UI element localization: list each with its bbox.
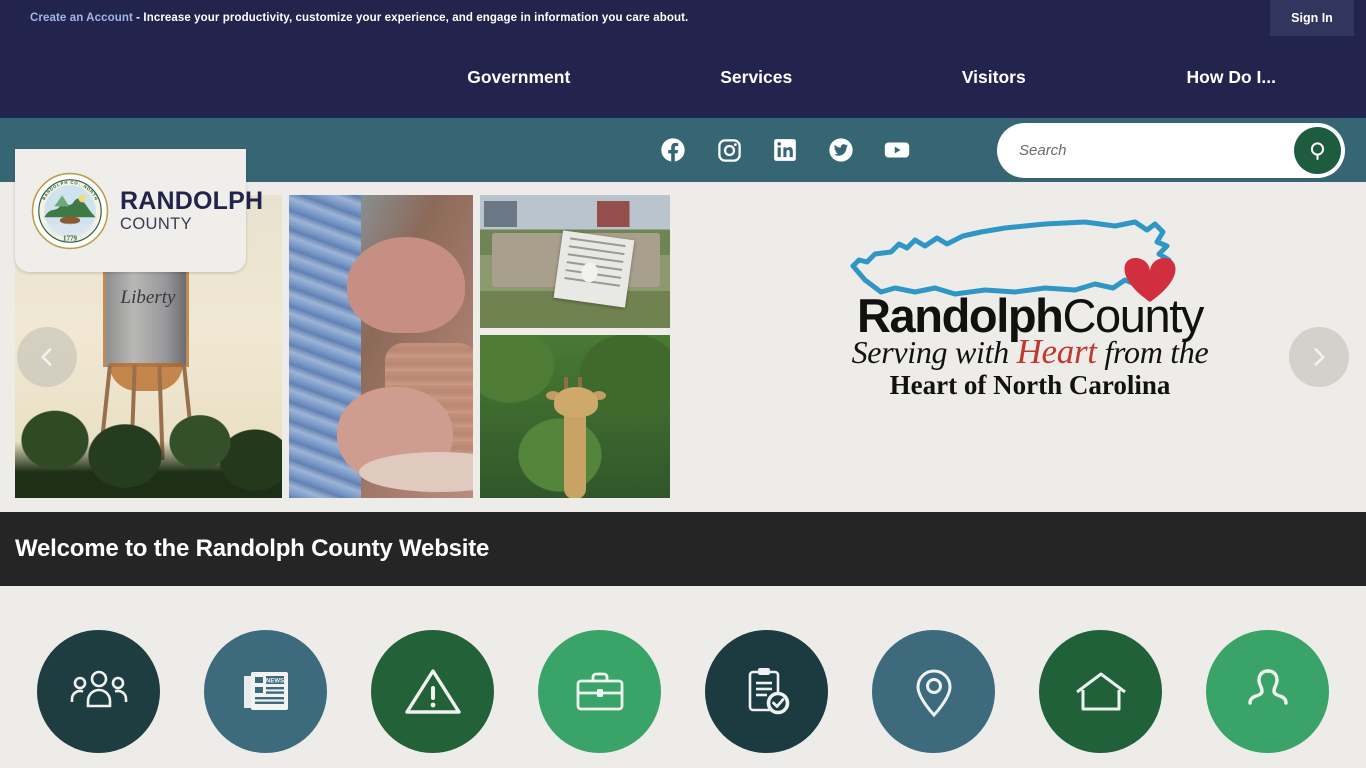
- top-utility-bar: Create an Account - Increase your produc…: [0, 0, 1366, 36]
- tower-caption: Liberty: [120, 287, 176, 308]
- seal-year: 1779: [63, 234, 78, 242]
- twitter-icon[interactable]: [826, 135, 856, 165]
- svg-text:C: C: [70, 179, 73, 184]
- instagram-icon[interactable]: [714, 135, 744, 165]
- quick-link-gis[interactable]: GIS: [872, 630, 995, 768]
- briefcase-icon: [576, 672, 623, 710]
- hero-right-column: [480, 195, 670, 498]
- banner-script-prefix: Serving with: [851, 334, 1017, 370]
- welcome-bar: Welcome to the Randolph County Website: [0, 512, 1366, 586]
- linkedin-icon[interactable]: [770, 135, 800, 165]
- nav-item-visitors[interactable]: Visitors: [875, 67, 1113, 88]
- search-bar: [997, 123, 1345, 178]
- search-input[interactable]: [1019, 142, 1279, 159]
- search-button[interactable]: [1294, 127, 1341, 174]
- carousel-next-button[interactable]: [1289, 327, 1349, 387]
- create-account-link[interactable]: Create an Account: [30, 12, 133, 24]
- banner-script-suffix: from the: [1096, 334, 1209, 370]
- hero-banner-graphic: RandolphCounty Serving with Heart from t…: [795, 202, 1265, 402]
- nav-items: Government Services Visitors How Do I...: [400, 67, 1350, 88]
- chevron-left-icon: [41, 348, 52, 366]
- county-seal-icon: 1779 R A N D O L P H C O . N O R T H: [31, 172, 109, 249]
- page-title: Welcome to the Randolph County Website: [15, 535, 490, 562]
- youtube-icon[interactable]: [882, 135, 912, 165]
- nav-item-government[interactable]: Government: [400, 67, 638, 88]
- social-links: [658, 135, 912, 165]
- banner-subtitle: Heart of North Carolina: [889, 370, 1171, 400]
- quick-link-commissioners[interactable]: Commissioners: [37, 630, 160, 768]
- newspaper-icon: NEWS: [243, 671, 288, 710]
- quick-link-randolph-recap[interactable]: NEWS Randolph Recap: [204, 630, 327, 768]
- create-account-description: - Increase your productivity, customize …: [132, 12, 689, 24]
- quick-link-real-property[interactable]: Real Property: [1039, 630, 1162, 768]
- logo-wordmark: RANDOLPH COUNTY: [120, 186, 264, 233]
- banner-script-heart: Heart: [1016, 332, 1097, 371]
- site-logo[interactable]: 1779 R A N D O L P H C O . N O R T H RAN…: [15, 149, 263, 272]
- photo-historic-marker: [480, 195, 670, 328]
- house-icon: [1075, 672, 1126, 710]
- main-navigation-bar: Government Services Visitors How Do I...: [0, 36, 1366, 118]
- create-account-message: Create an Account - Increase your produc…: [30, 12, 688, 24]
- facebook-icon[interactable]: [658, 135, 688, 165]
- nav-item-how-do-i[interactable]: How Do I...: [1113, 67, 1351, 88]
- sign-in-label: Sign In: [1291, 11, 1333, 25]
- nav-item-services[interactable]: Services: [638, 67, 876, 88]
- logo-line-2: COUNTY: [120, 214, 193, 233]
- people-group-icon: [70, 670, 127, 707]
- photo-pottery: [289, 195, 473, 498]
- logo-line-1: RANDOLPH: [120, 186, 264, 215]
- svg-text:NEWS: NEWS: [266, 678, 284, 684]
- tower-treeline: [15, 380, 282, 498]
- clipboard-check-icon: [748, 667, 789, 714]
- banner-script-line: Serving with Heart from the: [795, 332, 1265, 372]
- chevron-right-icon: [1314, 348, 1325, 366]
- social-search-bar: 1779 R A N D O L P H C O . N O R T H RAN…: [0, 118, 1366, 272]
- photo-giraffe: [480, 335, 670, 498]
- quick-link-epermits[interactable]: ePermits: [705, 630, 828, 768]
- search-icon: [1310, 141, 1324, 160]
- map-pin-icon: [915, 669, 952, 717]
- person-icon: [1247, 668, 1288, 705]
- quick-link-inmates[interactable]: Inmates: [1206, 630, 1329, 768]
- sign-in-button[interactable]: Sign In: [1270, 0, 1354, 36]
- quick-links-row: Commissioners NEWS Randolph Recap: [0, 586, 1366, 768]
- carousel-prev-button[interactable]: [17, 327, 77, 387]
- quick-link-employment[interactable]: Employment: [538, 630, 661, 768]
- warning-triangle-icon: [404, 668, 461, 714]
- quick-link-emergency[interactable]: Emergency: [371, 630, 494, 768]
